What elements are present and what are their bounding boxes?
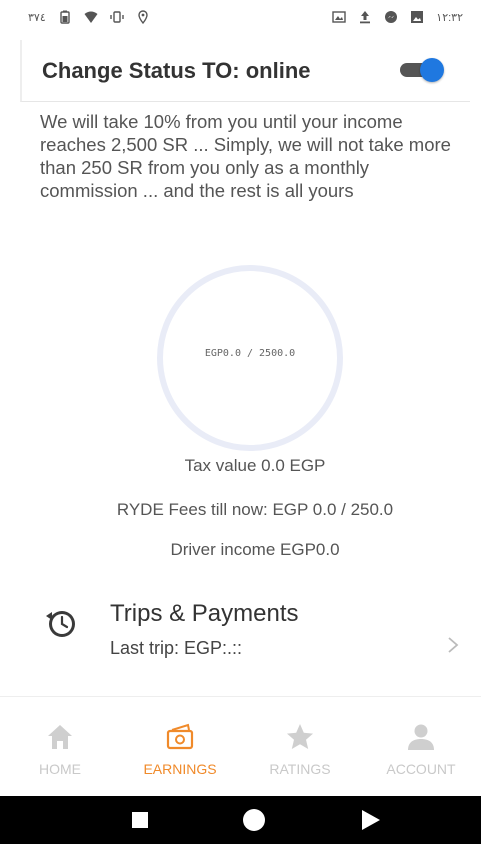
nav-item-ratings[interactable]: RATINGS (240, 711, 360, 791)
triangle-icon (362, 810, 380, 830)
trips-payments-title: Trips & Payments (110, 600, 299, 627)
ryde-fees-text: RYDE Fees till now: EGP 0.0 / 250.0 (116, 500, 394, 519)
status-bar-right: ١٢:٣٢ (332, 10, 463, 24)
status-bar-left: ٣٧٤ (28, 10, 150, 24)
earnings-icon (164, 721, 196, 753)
chevron-right-icon (446, 636, 460, 654)
status-card: Change Status TO: online (20, 40, 470, 102)
home-system-button[interactable] (242, 808, 266, 832)
image-icon (410, 10, 424, 24)
tax-value-text: Tax value 0.0 EGP (184, 456, 326, 475)
last-trip-text: Last trip: EGP:.:: (110, 638, 243, 658)
system-navigation-bar (0, 796, 481, 844)
nav-item-home[interactable]: HOME (0, 711, 120, 791)
nav-label-account: ACCOUNT (386, 761, 456, 777)
recents-button[interactable] (128, 808, 152, 832)
star-icon (284, 721, 316, 753)
toggle-thumb (420, 58, 444, 82)
status-title: Change Status TO: online (42, 57, 311, 83)
commission-info-text: We will take 10% from you until your inc… (40, 111, 451, 201)
back-system-button[interactable] (358, 808, 382, 832)
driver-income-text: Driver income EGP0.0 (170, 540, 340, 559)
wifi-icon (84, 10, 98, 24)
nav-item-account[interactable]: ACCOUNT (361, 711, 481, 791)
nav-label-earnings: EARNINGS (143, 761, 217, 777)
clock-time: ١٢:٣٢ (436, 11, 463, 24)
square-icon (132, 812, 148, 828)
trips-payments-row[interactable]: Trips & Payments Last trip: EGP:.:: (0, 586, 481, 686)
location-icon (136, 10, 150, 24)
gallery-notification-icon (332, 10, 346, 24)
nav-label-home: HOME (39, 761, 81, 777)
account-icon (405, 721, 437, 753)
nav-label-ratings: RATINGS (269, 761, 331, 777)
bottom-navigation: HOME EARNINGS RATINGS ACCOUNT (0, 696, 481, 796)
history-icon (44, 606, 78, 640)
system-status-bar: ٣٧٤ ١٢:٣٢ (0, 0, 481, 34)
circle-icon (243, 809, 265, 831)
progress-label: EGP0.0 / 2500.0 (204, 348, 296, 359)
upload-icon (358, 10, 372, 24)
income-progress-ring: EGP0.0 / 2500.0 (150, 258, 350, 458)
home-icon (44, 721, 76, 753)
online-status-toggle[interactable] (398, 56, 444, 84)
nav-item-earnings[interactable]: EARNINGS (120, 711, 240, 791)
battery-icon (58, 10, 72, 24)
vibrate-icon (110, 10, 124, 24)
messenger-icon (384, 10, 398, 24)
status-bar-left-text: ٣٧٤ (28, 11, 46, 24)
